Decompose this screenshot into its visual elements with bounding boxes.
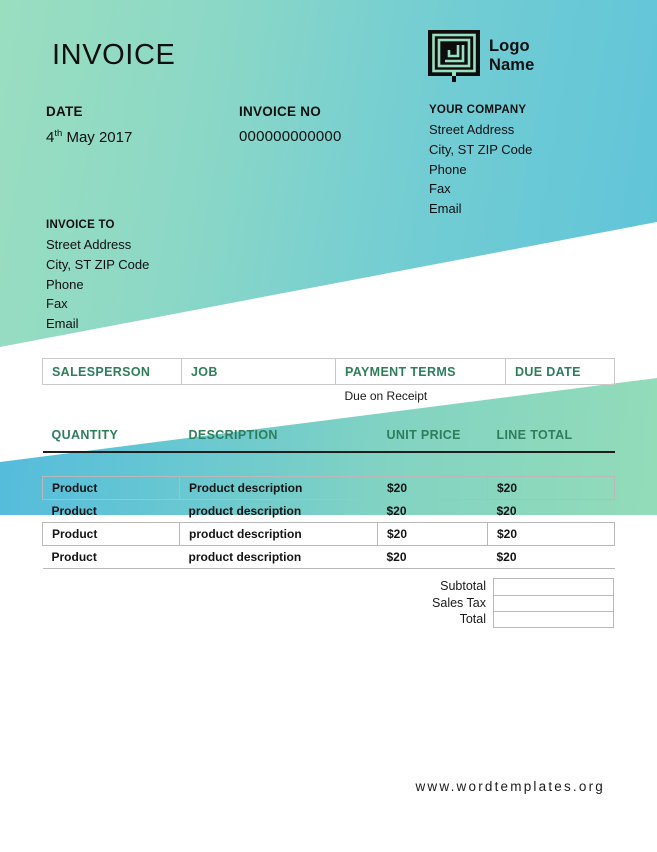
item-description[interactable]: product description xyxy=(179,521,378,546)
terms-value-due-date[interactable] xyxy=(506,385,615,411)
total-field[interactable] xyxy=(493,611,614,628)
totals-row-sales-tax: Sales Tax xyxy=(400,594,614,611)
company-line: Phone xyxy=(429,161,467,177)
item-line-total[interactable]: $20 xyxy=(487,475,615,500)
invoice-no-value: 000000000000 xyxy=(239,128,342,145)
bill-to-title: INVOICE TO xyxy=(46,219,115,231)
item-description[interactable]: product description xyxy=(179,545,378,569)
company-title: YOUR COMPANY xyxy=(429,104,527,116)
items-header-row: QUANTITY DESCRIPTION UNIT PRICE LINE TOT… xyxy=(42,422,615,453)
items-header-unit-price: UNIT PRICE xyxy=(377,422,488,453)
bill-to-address-block: INVOICE TO Street Address City, ST ZIP C… xyxy=(46,219,149,334)
items-header-quantity: QUANTITY xyxy=(42,422,180,453)
item-unit-price[interactable]: $20 xyxy=(377,499,488,523)
line-items-table: QUANTITY DESCRIPTION UNIT PRICE LINE TOT… xyxy=(42,422,615,569)
item-quantity[interactable]: Product xyxy=(42,545,180,569)
company-line: Street Address xyxy=(429,122,515,137)
bill-to-line: Phone xyxy=(46,276,84,292)
totals-row-total: Total xyxy=(400,611,614,628)
terms-value-payment-terms[interactable]: Due on Receipt xyxy=(336,385,506,411)
item-line-total[interactable]: $20 xyxy=(487,499,615,523)
bill-to-line: Fax xyxy=(46,296,68,312)
logo-line-2: Name xyxy=(489,56,535,74)
terms-value-row: Due on Receipt xyxy=(43,385,615,411)
terms-header-salesperson: SALESPERSON xyxy=(42,358,182,385)
invoice-page: INVOICE Logo Name DATE 4th May 2017 INVO… xyxy=(0,0,657,852)
logo-text: Logo Name xyxy=(489,37,534,75)
logo-block: Logo Name xyxy=(428,30,534,82)
bill-to-line: Email xyxy=(46,316,79,331)
item-unit-price[interactable]: $20 xyxy=(377,475,488,500)
bill-to-line: Street Address xyxy=(46,237,132,252)
item-description[interactable]: product description xyxy=(179,499,378,523)
date-value: 4th May 2017 xyxy=(46,128,132,146)
square-maze-logo-icon xyxy=(428,30,480,82)
totals-block: Subtotal Sales Tax Total xyxy=(400,578,614,628)
terms-value-salesperson[interactable] xyxy=(43,385,182,411)
item-unit-price[interactable]: $20 xyxy=(377,521,488,546)
logo-line-1: Logo xyxy=(489,36,530,55)
terms-header-due-date: DUE DATE xyxy=(505,358,615,385)
footer-url[interactable]: www.wordtemplates.org xyxy=(0,779,605,794)
table-row[interactable]: Product product description $20 $20 xyxy=(42,521,615,546)
terms-header-payment-terms: PAYMENT TERMS xyxy=(335,358,506,385)
items-header-description: DESCRIPTION xyxy=(179,422,378,453)
company-line: City, ST ZIP Code xyxy=(429,141,533,157)
subtotal-label: Subtotal xyxy=(440,579,486,593)
terms-value-job[interactable] xyxy=(182,385,336,411)
item-line-total[interactable]: $20 xyxy=(487,545,615,569)
table-row[interactable]: Product Product description $20 $20 xyxy=(42,475,615,500)
total-label: Total xyxy=(459,612,486,626)
table-row[interactable]: Product product description $20 $20 xyxy=(42,545,615,569)
item-unit-price[interactable]: $20 xyxy=(377,545,488,569)
terms-header-row: SALESPERSON JOB PAYMENT TERMS DUE DATE xyxy=(42,358,615,385)
item-quantity[interactable]: Product xyxy=(42,521,180,546)
page-title: INVOICE xyxy=(52,39,176,71)
company-line: Email xyxy=(429,201,462,216)
subtotal-field[interactable] xyxy=(493,578,614,595)
totals-row-subtotal: Subtotal xyxy=(400,578,614,595)
date-month-year: May 2017 xyxy=(62,129,133,146)
sales-tax-field[interactable] xyxy=(493,594,614,611)
terms-table: SALESPERSON JOB PAYMENT TERMS DUE DATE D… xyxy=(42,358,615,411)
company-line: Fax xyxy=(429,181,451,197)
item-description[interactable]: Product description xyxy=(179,475,378,500)
item-quantity[interactable]: Product xyxy=(42,499,180,523)
table-row[interactable]: Product product description $20 $20 xyxy=(42,499,615,523)
item-quantity[interactable]: Product xyxy=(42,475,180,500)
date-label: DATE xyxy=(46,104,83,119)
terms-header-job: JOB xyxy=(181,358,336,385)
company-address-block: YOUR COMPANY Street Address City, ST ZIP… xyxy=(429,104,532,219)
bill-to-line: City, ST ZIP Code xyxy=(46,256,150,272)
item-line-total[interactable]: $20 xyxy=(487,521,615,546)
sales-tax-label: Sales Tax xyxy=(432,595,486,610)
items-spacer-row xyxy=(43,452,615,476)
items-header-line-total: LINE TOTAL xyxy=(487,422,615,453)
invoice-no-label: INVOICE NO xyxy=(239,104,322,119)
